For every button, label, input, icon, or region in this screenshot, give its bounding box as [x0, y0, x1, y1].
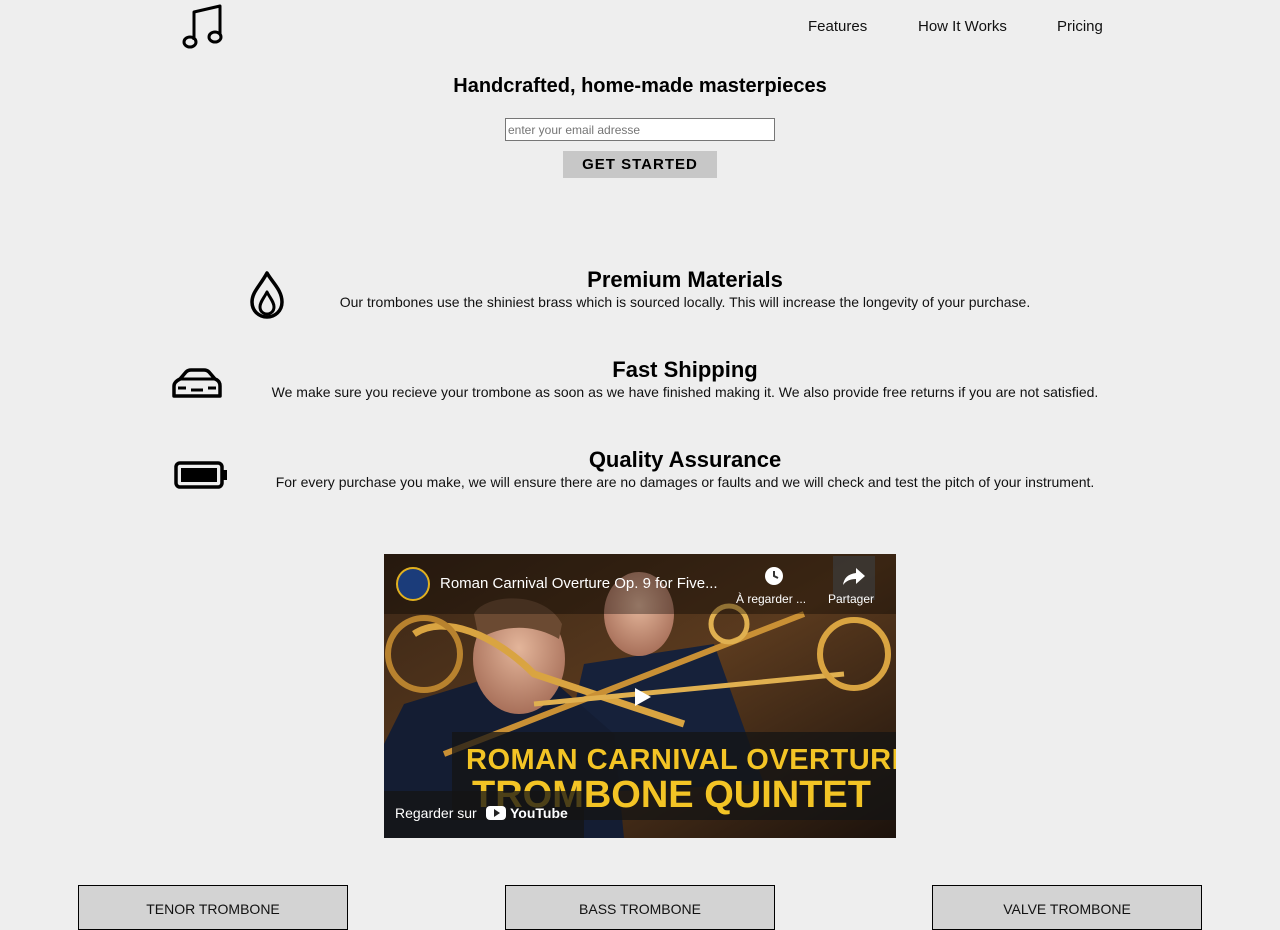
channel-avatar[interactable] [396, 567, 430, 601]
youtube-icon[interactable] [486, 806, 506, 820]
feature-text-quality-assurance: For every purchase you make, we will ens… [275, 474, 1095, 490]
feature-title-fast-shipping: Fast Shipping [612, 357, 758, 382]
feature-title-quality-assurance: Quality Assurance [588, 447, 782, 472]
feature-text-fast-shipping: We make sure you recieve your trombone a… [271, 384, 1099, 400]
product-tenor-trombone[interactable]: TENOR TROMBONE [78, 885, 348, 930]
watch-later-label[interactable]: À regarder ... [736, 592, 806, 606]
get-started-button[interactable]: GET STARTED [563, 151, 717, 178]
watch-on-label[interactable]: Regarder sur [395, 805, 477, 821]
share-label[interactable]: Partager [828, 592, 874, 606]
clock-icon[interactable] [764, 566, 784, 586]
feature-title-premium-materials: Premium Materials [587, 267, 783, 292]
youtube-label[interactable]: YouTube [510, 805, 568, 821]
nav-link-features[interactable]: Features [808, 18, 867, 35]
nav-link-how-it-works[interactable]: How It Works [918, 18, 1007, 35]
product-valve-trombone[interactable]: VALVE TROMBONE [932, 885, 1202, 930]
video-overlay-line1: ROMAN CARNIVAL OVERTURE [466, 744, 896, 776]
video-title[interactable]: Roman Carnival Overture Op. 9 for Five..… [440, 575, 718, 592]
feature-text-premium-materials: Our trombones use the shiniest brass whi… [339, 294, 1031, 310]
top-nav: Features How It Works Pricing [0, 18, 1280, 38]
play-icon[interactable] [630, 685, 654, 709]
product-bass-trombone[interactable]: BASS TROMBONE [505, 885, 775, 930]
nav-link-pricing[interactable]: Pricing [1057, 18, 1103, 35]
hero-title: Handcrafted, home-made masterpieces [453, 75, 827, 97]
video-embed[interactable]: Roman Carnival Overture Op. 9 for Five..… [384, 554, 896, 838]
email-input[interactable] [505, 118, 775, 141]
share-arrow-icon [843, 568, 865, 585]
